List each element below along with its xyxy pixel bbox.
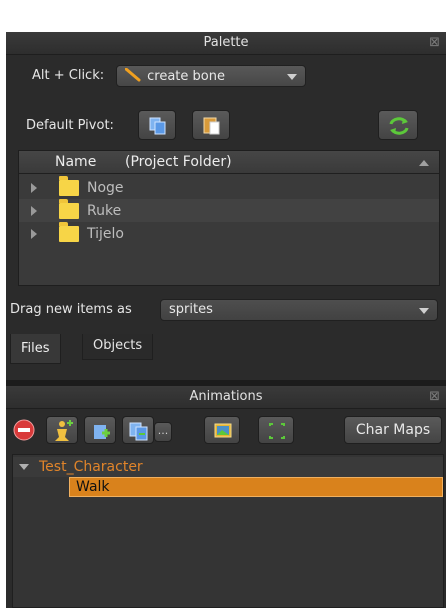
paste-pivot-button[interactable]: [192, 110, 230, 140]
expand-arrow-icon[interactable]: [31, 229, 37, 239]
file-tree: Name (Project Folder) Noge Ruke Tijelo: [18, 150, 440, 286]
tab-files[interactable]: Files: [10, 334, 61, 364]
animations-close-icon[interactable]: ⊠: [429, 386, 440, 408]
refresh-button[interactable]: [378, 110, 418, 140]
more-options-button[interactable]: ...: [154, 422, 172, 442]
paste-pivot-icon: [203, 117, 220, 135]
animation-name: Walk: [76, 479, 110, 495]
refresh-icon: [389, 117, 409, 135]
tree-header[interactable]: Name (Project Folder): [19, 151, 439, 174]
alt-click-value: create bone: [147, 69, 225, 84]
drag-items-value: sprites: [169, 302, 213, 317]
pencil-icon: [124, 67, 143, 82]
tree-row[interactable]: Noge: [19, 176, 439, 200]
folder-icon: [59, 199, 79, 219]
copy-pivot-icon: [149, 117, 166, 135]
fullscreen-icon: [269, 423, 285, 439]
name-column-header: Name: [55, 154, 97, 170]
tree-row[interactable]: Ruke: [19, 199, 439, 223]
animation-list: Test_Character Walk: [12, 454, 444, 608]
alt-click-label: Alt + Click:: [32, 68, 105, 83]
folder-icon: [59, 176, 79, 196]
folder-icon: [59, 222, 79, 242]
palette-panel: Palette ⊠ Alt + Click: create bone Defau…: [6, 32, 446, 384]
add-entity-icon: [55, 420, 73, 441]
folder-name: Noge: [87, 180, 124, 196]
palette-titlebar: Palette ⊠: [6, 32, 446, 55]
palette-close-icon[interactable]: ⊠: [429, 32, 440, 54]
image-button[interactable]: [204, 416, 240, 444]
animations-title: Animations: [189, 389, 263, 404]
char-maps-button[interactable]: Char Maps: [344, 416, 442, 444]
drag-items-label: Drag new items as: [10, 302, 132, 317]
duplicate-animation-icon: [129, 422, 148, 441]
entity-row[interactable]: Test_Character: [13, 457, 443, 477]
animations-panel: Animations ⊠ ... Char Maps Test_Characte…: [6, 386, 446, 608]
add-animation-button[interactable]: [84, 416, 116, 444]
tab-objects-label: Objects: [93, 338, 143, 353]
expand-arrow-icon[interactable]: [31, 206, 37, 216]
more-options-label: ...: [157, 424, 169, 437]
char-maps-label: Char Maps: [355, 422, 431, 438]
collapse-arrow-icon[interactable]: [19, 464, 29, 470]
top-gap: [0, 0, 446, 32]
drag-items-dropdown[interactable]: sprites: [160, 299, 438, 321]
tree-row[interactable]: Tijelo: [19, 222, 439, 246]
folder-name: Tijelo: [87, 226, 124, 242]
image-icon: [214, 423, 232, 438]
delete-icon: [13, 419, 35, 441]
chevron-down-icon: [419, 308, 429, 314]
delete-button[interactable]: [12, 418, 36, 442]
tab-objects[interactable]: Objects: [82, 334, 154, 360]
add-animation-icon: [94, 425, 110, 439]
sort-up-icon: [419, 160, 429, 166]
entity-name: Test_Character: [39, 459, 143, 475]
fullscreen-button[interactable]: [258, 416, 294, 444]
palette-title: Palette: [203, 35, 249, 50]
chevron-down-icon: [287, 74, 297, 80]
expand-arrow-icon[interactable]: [31, 183, 37, 193]
copy-pivot-button[interactable]: [138, 110, 176, 140]
default-pivot-label: Default Pivot:: [26, 118, 114, 133]
add-entity-button[interactable]: [46, 416, 78, 444]
animation-row[interactable]: Walk: [69, 477, 443, 497]
tab-files-label: Files: [21, 341, 50, 356]
duplicate-animation-button[interactable]: [122, 416, 154, 444]
alt-click-dropdown[interactable]: create bone: [116, 65, 306, 87]
project-folder-header: (Project Folder): [125, 154, 232, 170]
folder-name: Ruke: [87, 203, 122, 219]
animations-titlebar: Animations ⊠: [6, 386, 446, 409]
